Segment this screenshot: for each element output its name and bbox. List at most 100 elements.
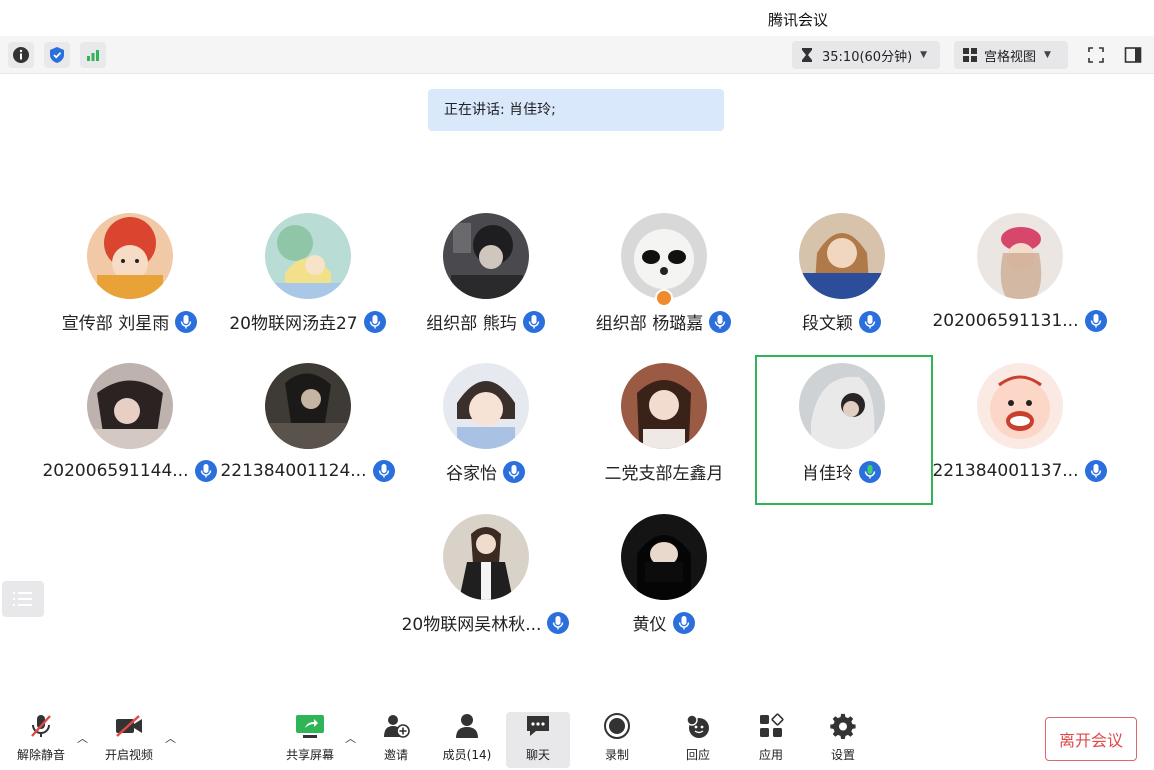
avatar (977, 213, 1063, 299)
mic-icon (194, 459, 218, 483)
mic-speaking-icon (858, 460, 882, 484)
record-label: 录制 (604, 748, 629, 762)
avatar (87, 363, 173, 449)
mic-icon (174, 310, 198, 334)
participant-tile[interactable]: 20物联网吴林秋... (397, 514, 575, 664)
invite-label: 邀请 (383, 748, 408, 762)
avatar (265, 363, 351, 449)
meeting-timer[interactable]: 35:10(60分钟) ▼ (792, 41, 940, 69)
share-options-chevron-icon[interactable]: ︿ (345, 730, 356, 746)
timer-text: 35:10(60分钟) (822, 49, 913, 65)
avatar (443, 213, 529, 299)
participant-name: 宣传部 刘星雨 (61, 314, 170, 334)
participant-list-toggle[interactable] (2, 581, 44, 617)
participant-name: 二党支部左鑫月 (604, 464, 724, 484)
participant-tile[interactable]: 谷家怡 (397, 363, 575, 513)
mic-icon (1084, 309, 1108, 333)
avatar (621, 363, 707, 449)
share-screen-icon (296, 715, 324, 738)
mic-icon (858, 310, 882, 334)
chat-button[interactable]: 聊天 (505, 710, 571, 768)
respond-label: 回应 (685, 748, 710, 762)
participant-tile[interactable]: 组织部 熊玙 (397, 213, 575, 363)
avatar (799, 363, 885, 449)
avatar (799, 213, 885, 299)
mic-icon (363, 310, 387, 334)
unmute-button[interactable]: 解除静音 (8, 710, 74, 768)
participant-name: 肖佳玲 (802, 464, 853, 484)
grid-icon (963, 48, 977, 62)
participant-name: 202006591144... (42, 461, 189, 481)
participant-name: 组织部 熊玙 (426, 314, 517, 334)
avatar (443, 363, 529, 449)
chat-icon (527, 716, 549, 736)
list-icon (13, 592, 32, 606)
participant-tile[interactable]: 221384001137... (931, 363, 1109, 513)
participant-tile[interactable]: 221384001124... (219, 363, 397, 513)
mic-muted-icon (31, 715, 51, 737)
host-badge (655, 289, 673, 307)
avatar (443, 514, 529, 600)
invite-icon (384, 715, 410, 738)
respond-button[interactable]: 回应 (665, 710, 731, 768)
participant-tile[interactable]: 黄仪 (575, 514, 753, 664)
caret-down-icon: ▼ (1044, 50, 1051, 60)
apps-icon (760, 713, 784, 737)
shield-icon[interactable] (44, 42, 70, 68)
chat-label: 聊天 (525, 748, 550, 762)
avatar (87, 213, 173, 299)
participant-name: 221384001124... (220, 461, 367, 481)
mic-icon (372, 459, 396, 483)
video-options-chevron-icon[interactable]: ︿ (165, 730, 176, 746)
apps-label: 应用 (758, 748, 783, 762)
avatar (977, 363, 1063, 449)
avatar (621, 213, 707, 299)
avatar (621, 514, 707, 600)
participant-tile[interactable]: 段文颖 (753, 213, 931, 363)
view-label: 宫格视图 (984, 49, 1037, 65)
participant-name: 组织部 杨璐嘉 (595, 314, 704, 334)
start-video-button[interactable]: 开启视频 (96, 710, 162, 768)
participant-tile[interactable]: 宣传部 刘星雨 (41, 213, 219, 363)
participant-tile[interactable]: 肖佳玲 (753, 363, 931, 513)
mic-icon (546, 611, 570, 635)
participant-tile[interactable]: 20物联网汤垚27 (219, 213, 397, 363)
hourglass-icon (802, 48, 812, 62)
reaction-icon (686, 714, 709, 738)
record-icon (604, 713, 630, 739)
members-label: 成员(14) (442, 748, 492, 762)
audio-options-chevron-icon[interactable]: ︿ (77, 730, 88, 746)
speaking-banner: 正在讲话: 肖佳玲; (428, 89, 724, 131)
signal-icon[interactable] (80, 42, 106, 68)
participant-tile[interactable]: 组织部 杨璐嘉 (575, 213, 753, 363)
participant-tile[interactable]: 202006591144... (41, 363, 219, 513)
title-bar: 腾讯会议 (0, 0, 1154, 36)
meeting-toolbar: 35:10(60分钟) ▼ 宫格视图 ▼ (0, 36, 1154, 74)
participant-tile[interactable]: 202006591131... (931, 213, 1109, 363)
apps-button[interactable]: 应用 (738, 710, 804, 768)
fullscreen-icon[interactable] (1083, 42, 1109, 68)
caret-down-icon: ▼ (920, 50, 928, 60)
sidebar-toggle-icon[interactable] (1120, 42, 1146, 68)
info-icon[interactable] (8, 42, 34, 68)
start-video-label: 开启视频 (104, 748, 153, 762)
members-button[interactable]: 成员(14) (434, 710, 500, 768)
mic-icon (672, 611, 696, 635)
participant-name: 谷家怡 (446, 464, 497, 484)
mic-icon (708, 310, 732, 334)
participant-tile[interactable]: 二党支部左鑫月 (575, 363, 753, 513)
share-screen-label: 共享屏幕 (285, 748, 334, 762)
app-title: 腾讯会议 (768, 11, 829, 29)
leave-meeting-button[interactable]: 离开会议 (1045, 717, 1137, 761)
share-screen-button[interactable]: 共享屏幕 (277, 710, 343, 768)
settings-label: 设置 (830, 748, 855, 762)
mic-icon (1084, 459, 1108, 483)
view-switch-button[interactable]: 宫格视图 ▼ (954, 41, 1068, 69)
invite-button[interactable]: 邀请 (363, 710, 429, 768)
participant-name: 202006591131... (932, 311, 1079, 331)
settings-button[interactable]: 设置 (810, 710, 876, 768)
members-icon (456, 714, 478, 738)
mic-icon (522, 310, 546, 334)
record-button[interactable]: 录制 (584, 710, 650, 768)
mic-icon (502, 460, 526, 484)
